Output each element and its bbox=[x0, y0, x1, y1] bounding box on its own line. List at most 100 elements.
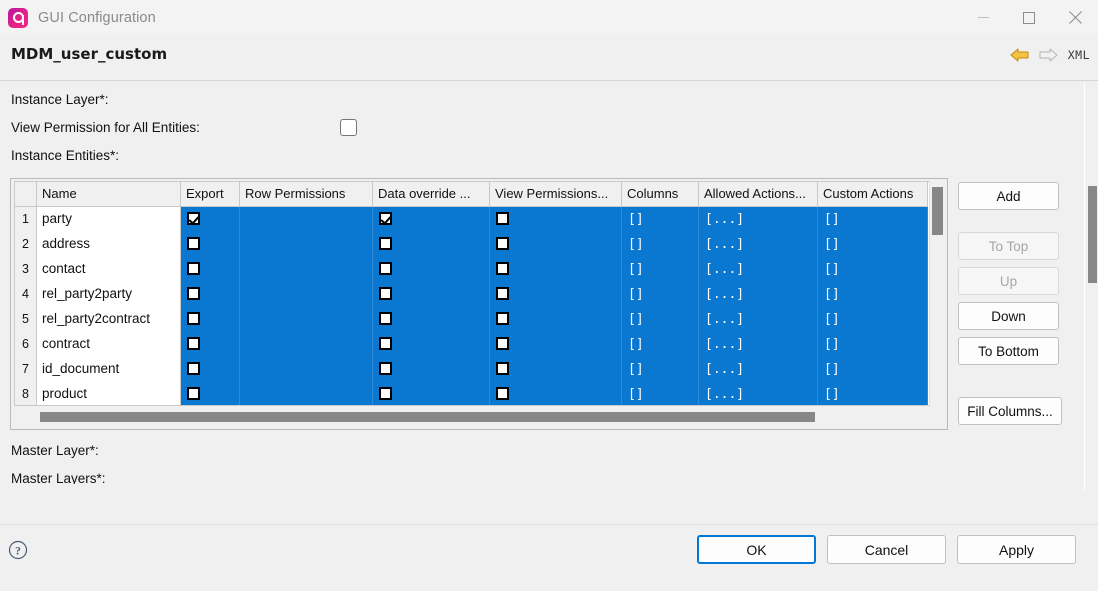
apply-button[interactable]: Apply bbox=[957, 535, 1076, 564]
cell-custom[interactable]: [] bbox=[818, 282, 928, 307]
cell-allowed[interactable]: [...] bbox=[699, 232, 818, 257]
cell-export[interactable] bbox=[181, 382, 240, 406]
cell-dataover[interactable] bbox=[373, 332, 490, 357]
cell-custom[interactable]: [] bbox=[818, 207, 928, 232]
cell-dataover[interactable] bbox=[373, 307, 490, 332]
dataover-checkbox[interactable] bbox=[379, 287, 392, 300]
cell-allowed[interactable]: [...] bbox=[699, 307, 818, 332]
custom-value[interactable]: [] bbox=[824, 282, 840, 307]
allowed-value[interactable]: [...] bbox=[705, 257, 744, 282]
dataover-checkbox[interactable] bbox=[379, 237, 392, 250]
cell-columns[interactable]: [] bbox=[622, 357, 699, 382]
cell-dataover[interactable] bbox=[373, 207, 490, 232]
cell-export[interactable] bbox=[181, 307, 240, 332]
cell-viewperm[interactable] bbox=[490, 257, 622, 282]
to-bottom-button[interactable]: To Bottom bbox=[958, 337, 1059, 365]
export-checkbox[interactable] bbox=[187, 312, 200, 325]
cell-dataover[interactable] bbox=[373, 282, 490, 307]
up-button[interactable]: Up bbox=[958, 267, 1059, 295]
export-checkbox[interactable] bbox=[187, 337, 200, 350]
custom-value[interactable]: [] bbox=[824, 257, 840, 282]
custom-value[interactable]: [] bbox=[824, 207, 840, 232]
cell-allowed[interactable]: [...] bbox=[699, 257, 818, 282]
column-header-name[interactable]: Name bbox=[37, 182, 181, 206]
table-vertical-scrollbar[interactable] bbox=[929, 181, 944, 406]
table-row[interactable]: 1party[][...][] bbox=[15, 207, 928, 232]
dataover-checkbox[interactable] bbox=[379, 312, 392, 325]
export-checkbox[interactable] bbox=[187, 287, 200, 300]
cell-rowperm[interactable] bbox=[240, 232, 373, 257]
cell-custom[interactable]: [] bbox=[818, 382, 928, 406]
cell-custom[interactable]: [] bbox=[818, 332, 928, 357]
table-row[interactable]: 7id_document[][...][] bbox=[15, 357, 928, 382]
cell-export[interactable] bbox=[181, 207, 240, 232]
cell-custom[interactable]: [] bbox=[818, 257, 928, 282]
viewperm-checkbox[interactable] bbox=[496, 237, 509, 250]
cell-rowperm[interactable] bbox=[240, 357, 373, 382]
custom-value[interactable]: [] bbox=[824, 382, 840, 406]
down-button[interactable]: Down bbox=[958, 302, 1059, 330]
table-row[interactable]: 8product[][...][] bbox=[15, 382, 928, 406]
cell-columns[interactable]: [] bbox=[622, 282, 699, 307]
cell-export[interactable] bbox=[181, 232, 240, 257]
viewperm-checkbox[interactable] bbox=[496, 387, 509, 400]
cell-viewperm[interactable] bbox=[490, 357, 622, 382]
cell-columns[interactable]: [] bbox=[622, 207, 699, 232]
columns-value[interactable]: [] bbox=[628, 332, 644, 357]
cell-export[interactable] bbox=[181, 357, 240, 382]
custom-value[interactable]: [] bbox=[824, 307, 840, 332]
cell-viewperm[interactable] bbox=[490, 282, 622, 307]
export-checkbox[interactable] bbox=[187, 387, 200, 400]
columns-value[interactable]: [] bbox=[628, 382, 644, 406]
export-checkbox[interactable] bbox=[187, 262, 200, 275]
cell-columns[interactable]: [] bbox=[622, 332, 699, 357]
cell-viewperm[interactable] bbox=[490, 382, 622, 406]
cell-rowperm[interactable] bbox=[240, 282, 373, 307]
dialog-vertical-scrollbar-thumb[interactable] bbox=[1088, 186, 1097, 283]
column-header-rowperm[interactable]: Row Permissions bbox=[240, 182, 373, 206]
column-header-viewperm[interactable]: View Permissions... bbox=[490, 182, 622, 206]
columns-value[interactable]: [] bbox=[628, 232, 644, 257]
ok-button[interactable]: OK bbox=[697, 535, 816, 564]
cell-custom[interactable]: [] bbox=[818, 307, 928, 332]
close-button[interactable] bbox=[1052, 0, 1098, 35]
columns-value[interactable]: [] bbox=[628, 307, 644, 332]
table-row[interactable]: 2address[][...][] bbox=[15, 232, 928, 257]
cell-columns[interactable]: [] bbox=[622, 382, 699, 406]
viewperm-checkbox[interactable] bbox=[496, 362, 509, 375]
allowed-value[interactable]: [...] bbox=[705, 282, 744, 307]
cell-dataover[interactable] bbox=[373, 382, 490, 406]
table-row[interactable]: 3contact[][...][] bbox=[15, 257, 928, 282]
cell-viewperm[interactable] bbox=[490, 307, 622, 332]
table-horizontal-scrollbar[interactable] bbox=[14, 409, 944, 425]
allowed-value[interactable]: [...] bbox=[705, 207, 744, 232]
cell-viewperm[interactable] bbox=[490, 332, 622, 357]
back-arrow-icon[interactable] bbox=[1010, 47, 1029, 63]
viewperm-checkbox[interactable] bbox=[496, 287, 509, 300]
table-row[interactable]: 5rel_party2contract[][...][] bbox=[15, 307, 928, 332]
allowed-value[interactable]: [...] bbox=[705, 357, 744, 382]
column-header-custom[interactable]: Custom Actions bbox=[818, 182, 928, 206]
cell-custom[interactable]: [] bbox=[818, 357, 928, 382]
allowed-value[interactable]: [...] bbox=[705, 232, 744, 257]
cell-viewperm[interactable] bbox=[490, 232, 622, 257]
viewperm-checkbox[interactable] bbox=[496, 212, 509, 225]
cell-custom[interactable]: [] bbox=[818, 232, 928, 257]
custom-value[interactable]: [] bbox=[824, 357, 840, 382]
columns-value[interactable]: [] bbox=[628, 207, 644, 232]
cell-allowed[interactable]: [...] bbox=[699, 357, 818, 382]
allowed-value[interactable]: [...] bbox=[705, 382, 744, 406]
columns-value[interactable]: [] bbox=[628, 257, 644, 282]
cell-rowperm[interactable] bbox=[240, 332, 373, 357]
export-checkbox[interactable] bbox=[187, 237, 200, 250]
to-top-button[interactable]: To Top bbox=[958, 232, 1059, 260]
dataover-checkbox[interactable] bbox=[379, 337, 392, 350]
xml-link[interactable]: XML bbox=[1068, 48, 1090, 62]
export-checkbox[interactable] bbox=[187, 362, 200, 375]
column-header-allowed[interactable]: Allowed Actions... bbox=[699, 182, 818, 206]
view-permission-all-entities-checkbox[interactable] bbox=[340, 119, 357, 136]
allowed-value[interactable]: [...] bbox=[705, 332, 744, 357]
table-row[interactable]: 4rel_party2party[][...][] bbox=[15, 282, 928, 307]
cell-allowed[interactable]: [...] bbox=[699, 207, 818, 232]
cell-columns[interactable]: [] bbox=[622, 307, 699, 332]
